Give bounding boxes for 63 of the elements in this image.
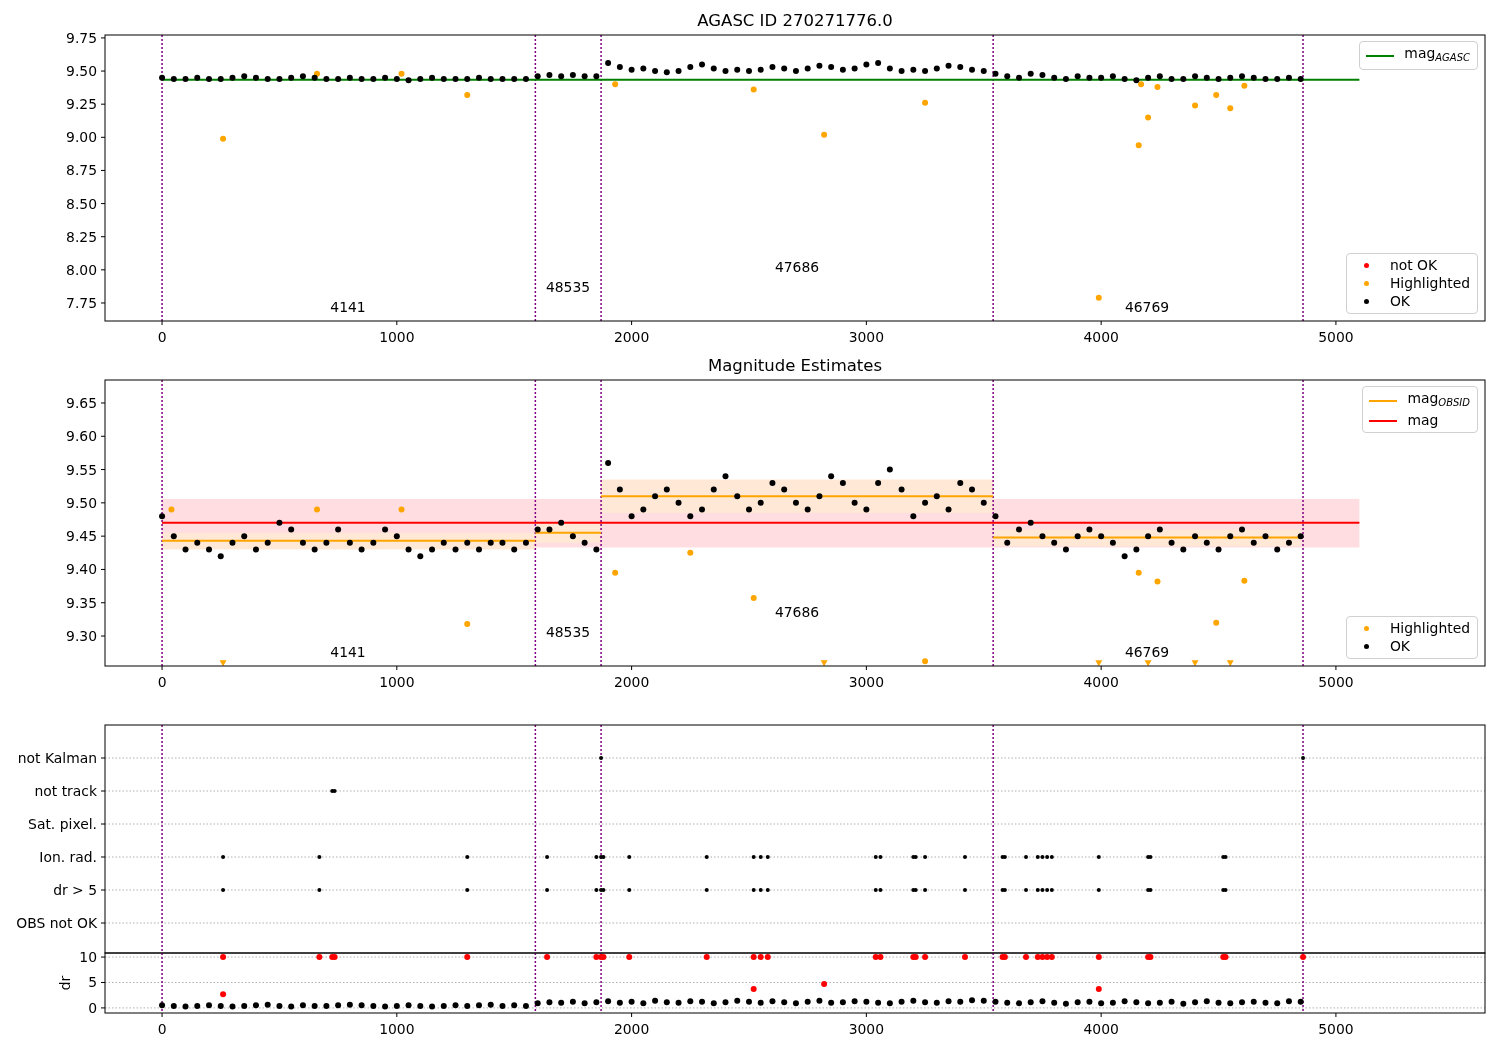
row-label: not track [34,783,97,799]
tick-label: 9.35 [66,594,97,611]
tick-label: 4000 [1083,674,1119,690]
tick-label: 8.25 [66,228,97,245]
legend-label: not OK [1389,257,1438,274]
legend-label: OK [1389,293,1410,310]
tick-label: 7.75 [66,295,97,311]
obsid-label: 48535 [545,279,591,295]
tick-label: 10 [79,949,97,966]
legend-label: mag$_{OBSID}$ [1407,390,1470,410]
tick-label: 9.00 [66,129,97,146]
tick-label: 1000 [379,329,415,345]
tick-label: 4000 [1083,329,1119,345]
row-label: OBS not OK [16,915,97,931]
row-label: dr > 5 [53,882,97,898]
tick-label: 9.60 [66,428,97,445]
axis-label: dr [57,975,73,991]
tick-label: 3000 [848,329,885,345]
obsid-label: 48535 [545,624,591,640]
tick-label: 5000 [1318,674,1354,690]
obsid-label: 4141 [330,299,366,315]
tick-label: 1000 [379,1021,415,1037]
tick-label: 9.40 [66,561,97,578]
obsid-label: 47686 [774,604,820,620]
tick-label: 0 [88,999,97,1016]
chart-title: Magnitude Estimates [707,356,883,375]
tick-label: 9.65 [66,394,97,411]
tick-label: 8.50 [66,195,97,212]
tick-label: 9.25 [66,96,97,113]
row-label: Ion. rad. [39,849,97,865]
tick-label: 9.50 [66,494,97,511]
tick-label: 1000 [379,674,415,690]
obsid-label: 4141 [330,644,366,660]
tick-label: 2000 [613,674,650,690]
tick-label: 0 [157,329,167,345]
legend-label: mag [1407,412,1439,429]
tick-label: 9.30 [66,628,97,645]
tick-label: 9.75 [66,29,97,46]
tick-label: 5000 [1318,1021,1354,1037]
tick-label: 5000 [1318,329,1354,345]
chart-title: AGASC ID 270271776.0 [697,11,893,30]
tick-label: 2000 [613,329,650,345]
obsid-label: 46769 [1124,299,1170,315]
row-label: not Kalman [17,750,97,766]
legend-label: OK [1389,638,1410,655]
tick-label: 0 [157,674,167,690]
tick-label: 4000 [1083,1021,1119,1037]
tick-label: 3000 [848,674,885,690]
obsid-label: 47686 [774,259,820,275]
legend-label: Highlighted [1389,620,1470,637]
tick-label: 0 [157,1021,167,1037]
tick-label: 5 [88,974,97,991]
tick-label: 8.75 [66,162,97,179]
tick-label: 3000 [848,1021,885,1037]
tick-label: 9.50 [66,63,97,80]
row-label: Sat. pixel. [28,816,97,832]
obsid-label: 46769 [1124,644,1170,660]
tick-label: 2000 [613,1021,650,1037]
tick-label: 9.45 [66,528,97,545]
legend-label: mag$_{AGASC}$ [1404,45,1470,65]
tick-label: 8.00 [66,261,97,278]
tick-label: 9.55 [66,461,97,478]
legend-label: Highlighted [1389,275,1470,292]
